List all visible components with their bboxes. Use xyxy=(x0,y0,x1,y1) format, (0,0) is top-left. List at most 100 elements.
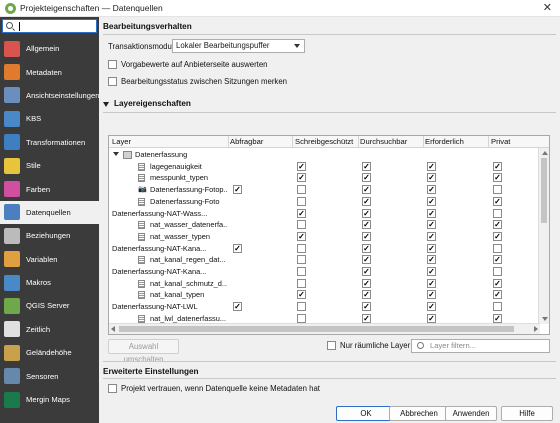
schreib-checkbox[interactable]: ✓ xyxy=(297,290,306,300)
durch-checkbox[interactable]: ✓ xyxy=(362,208,371,218)
trust-project-checkbox[interactable] xyxy=(108,384,117,393)
privat-checkbox[interactable] xyxy=(493,243,502,253)
sidebar-item-metadaten[interactable]: Metadaten xyxy=(0,60,99,83)
schreib-checkbox[interactable] xyxy=(297,313,306,323)
table-row[interactable]: nat_wasser_typen ✓ ✓ ✓ ✓ xyxy=(109,231,539,243)
durch-checkbox[interactable]: ✓ xyxy=(362,243,371,253)
privat-checkbox[interactable]: ✓ xyxy=(493,220,502,230)
erford-checkbox[interactable]: ✓ xyxy=(427,196,436,206)
sidebar-item-ansichtseinstellungen[interactable]: Ansichtseinstellungen xyxy=(0,84,99,107)
schreib-checkbox[interactable] xyxy=(297,267,306,276)
schreib-checkbox[interactable] xyxy=(297,220,306,230)
durch-checkbox[interactable]: ✓ xyxy=(362,255,371,265)
erford-checkbox[interactable]: ✓ xyxy=(427,161,436,171)
default-values-checkbox[interactable] xyxy=(108,60,117,69)
vertical-scrollbar[interactable] xyxy=(538,148,549,324)
column-header-durchsuchbar[interactable]: Durchsuchbar xyxy=(360,137,407,146)
table-row[interactable]: Datenerfassung-Foto ✓ ✓ ✓ xyxy=(109,196,539,208)
column-header-abfragbar[interactable]: Abfragbar xyxy=(230,137,263,146)
table-row[interactable]: Datenerfassung-NAT-Kana... ✓ ✓ ✓ xyxy=(109,243,539,255)
erford-checkbox[interactable]: ✓ xyxy=(427,302,436,312)
schreib-checkbox[interactable]: ✓ xyxy=(297,161,306,171)
table-row[interactable]: nat_kanal_regen_dat... ✓ ✓ ✓ xyxy=(109,254,539,266)
sidebar-item-variablen[interactable]: Variablen xyxy=(0,248,99,271)
schreib-checkbox[interactable] xyxy=(297,243,306,253)
apply-button[interactable]: Anwenden xyxy=(445,406,497,421)
privat-checkbox[interactable] xyxy=(493,302,502,312)
table-row[interactable]: 📷 Datenerfassung-Fotop... ✓ ✓ ✓ xyxy=(109,184,539,196)
table-row[interactable]: lagegenauigkeit ✓ ✓ ✓ ✓ xyxy=(109,161,539,173)
durch-checkbox[interactable]: ✓ xyxy=(362,313,371,323)
sidebar-item-datenquellen[interactable]: Datenquellen xyxy=(0,200,99,225)
scroll-right-icon[interactable] xyxy=(534,326,538,332)
sidebar-item-zeitlich[interactable]: Zeitlich xyxy=(0,318,99,341)
table-row[interactable]: Datenerfassung-NAT-LWL ✓ ✓ ✓ xyxy=(109,301,539,313)
table-row[interactable]: Datenerfassung xyxy=(109,149,539,161)
privat-checkbox[interactable] xyxy=(493,208,502,218)
sidebar-item-geländehöhe[interactable]: Geländehöhe xyxy=(0,341,99,364)
sidebar-item-farben[interactable]: Farben xyxy=(0,177,99,200)
sidebar-item-kbs[interactable]: KBS xyxy=(0,107,99,130)
column-header-schreibgeschuetzt[interactable]: Schreibgeschützt xyxy=(295,137,353,146)
scroll-left-icon[interactable] xyxy=(111,326,115,332)
toggle-selection-button[interactable]: Auswahl umschalten xyxy=(108,339,179,364)
durch-checkbox[interactable]: ✓ xyxy=(362,267,371,276)
schreib-checkbox[interactable] xyxy=(297,185,306,195)
column-header-privat[interactable]: Privat xyxy=(491,137,510,146)
schreib-checkbox[interactable] xyxy=(297,196,306,206)
durch-checkbox[interactable]: ✓ xyxy=(362,278,371,288)
privat-checkbox[interactable]: ✓ xyxy=(493,278,502,288)
abfragbar-checkbox[interactable]: ✓ xyxy=(233,302,242,312)
sidebar-item-beziehungen[interactable]: Beziehungen xyxy=(0,224,99,247)
table-row[interactable]: nat_wasser_datenerfa... ✓ ✓ ✓ xyxy=(109,219,539,231)
erford-checkbox[interactable]: ✓ xyxy=(427,255,436,265)
erford-checkbox[interactable]: ✓ xyxy=(427,243,436,253)
table-row[interactable]: messpunkt_typen ✓ ✓ ✓ ✓ xyxy=(109,172,539,184)
durch-checkbox[interactable]: ✓ xyxy=(362,220,371,230)
schreib-checkbox[interactable]: ✓ xyxy=(297,231,306,241)
cancel-button[interactable]: Abbrechen xyxy=(389,406,449,421)
sidebar-item-mergin-maps[interactable]: Mergin Maps xyxy=(0,388,99,411)
erford-checkbox[interactable]: ✓ xyxy=(427,208,436,218)
sidebar-item-sensoren[interactable]: Sensoren xyxy=(0,364,99,387)
abfragbar-checkbox[interactable]: ✓ xyxy=(233,243,242,253)
privat-checkbox[interactable] xyxy=(493,267,502,276)
durch-checkbox[interactable]: ✓ xyxy=(362,173,371,183)
transaction-mode-select[interactable]: Lokaler Bearbeitungspuffer xyxy=(172,39,305,53)
schreib-checkbox[interactable] xyxy=(297,255,306,265)
erford-checkbox[interactable]: ✓ xyxy=(427,231,436,241)
table-row[interactable]: Datenerfassung-NAT-Wass... ✓ ✓ ✓ xyxy=(109,208,539,220)
layer-filter-input[interactable]: Layer filtern... xyxy=(411,339,550,353)
privat-checkbox[interactable]: ✓ xyxy=(493,231,502,241)
privat-checkbox[interactable]: ✓ xyxy=(493,196,502,206)
chevron-down-icon[interactable] xyxy=(113,152,119,156)
durch-checkbox[interactable]: ✓ xyxy=(362,302,371,312)
help-button[interactable]: Hilfe xyxy=(501,406,553,421)
ok-button[interactable]: OK xyxy=(336,406,396,421)
privat-checkbox[interactable]: ✓ xyxy=(493,290,502,300)
erford-checkbox[interactable]: ✓ xyxy=(427,290,436,300)
schreib-checkbox[interactable] xyxy=(297,302,306,312)
sidebar-item-stile[interactable]: Stile xyxy=(0,154,99,177)
table-row[interactable]: nat_kanal_schmutz_d... ✓ ✓ ✓ xyxy=(109,278,539,290)
sidebar-item-makros[interactable]: Makros xyxy=(0,271,99,294)
collapse-arrow-icon[interactable] xyxy=(103,102,109,107)
schreib-checkbox[interactable]: ✓ xyxy=(297,173,306,183)
privat-checkbox[interactable]: ✓ xyxy=(493,161,502,171)
durch-checkbox[interactable]: ✓ xyxy=(362,185,371,195)
sidebar-search-input[interactable] xyxy=(2,19,97,33)
privat-checkbox[interactable]: ✓ xyxy=(493,313,502,323)
schreib-checkbox[interactable] xyxy=(297,278,306,288)
table-row[interactable]: nat_kanal_typen ✓ ✓ ✓ ✓ xyxy=(109,289,539,301)
durch-checkbox[interactable]: ✓ xyxy=(362,196,371,206)
scrollbar-thumb[interactable] xyxy=(119,326,514,332)
scrollbar-thumb[interactable] xyxy=(541,158,547,223)
spatial-only-checkbox[interactable] xyxy=(327,341,336,350)
scroll-up-icon[interactable] xyxy=(542,151,548,155)
erford-checkbox[interactable]: ✓ xyxy=(427,267,436,276)
sidebar-item-allgemein[interactable]: Allgemein xyxy=(0,37,99,60)
durch-checkbox[interactable]: ✓ xyxy=(362,161,371,171)
horizontal-scrollbar[interactable] xyxy=(109,323,540,334)
durch-checkbox[interactable]: ✓ xyxy=(362,231,371,241)
privat-checkbox[interactable]: ✓ xyxy=(493,173,502,183)
